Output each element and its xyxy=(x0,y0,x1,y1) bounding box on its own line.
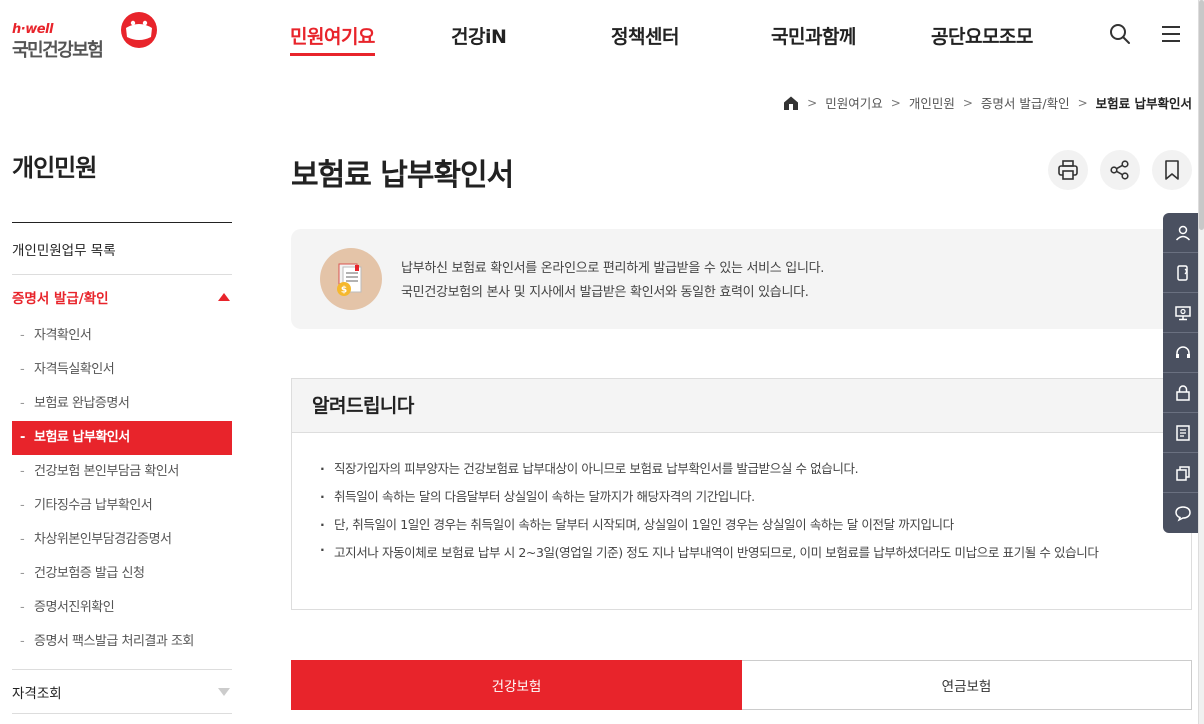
gnb-item-about[interactable]: 공단요모조모 xyxy=(931,22,1033,49)
document-icon xyxy=(1176,424,1190,441)
notice-header: 알려드립니다 xyxy=(292,379,1191,433)
notice-item: 고지서나 자동이체로 보험료 납부 시 2~3일(영업일 기준) 정도 지나 납… xyxy=(320,539,1161,564)
headset-icon xyxy=(1176,345,1190,358)
caret-down-icon xyxy=(218,687,230,696)
print-button[interactable] xyxy=(1048,150,1088,190)
lnb-sub-item[interactable]: - 보험료 완납증명서 xyxy=(12,387,232,421)
gnb-item-minwon[interactable]: 민원여기요 xyxy=(290,22,375,56)
lnb-sub-item[interactable]: - 자격확인서 xyxy=(12,319,232,353)
lnb-sub-item[interactable]: - 기타징수금 납부확인서 xyxy=(12,489,232,523)
quick-monitor-button[interactable] xyxy=(1163,293,1203,333)
notice-title: 알려드립니다 xyxy=(312,395,414,417)
intro-line: 국민건강보험의 본사 및 지사에서 발급받은 확인서와 동일한 효력이 있습니다… xyxy=(401,285,809,300)
user-icon xyxy=(1175,225,1191,241)
breadcrumb-item[interactable]: 증명서 발급/확인 xyxy=(981,93,1070,112)
page-title: 보험료 납부확인서 xyxy=(291,158,514,193)
logo-name: 국민건강보험 xyxy=(12,40,104,61)
quick-copy-button[interactable] xyxy=(1163,453,1203,493)
insurance-tabs: 건강보험 연금보험 xyxy=(291,660,1192,710)
notice-item: 취득일이 속하는 달의 다음달부터 상실일이 속하는 달까지가 해당자격의 기간… xyxy=(320,483,1161,511)
tab-pension-insurance[interactable]: 연금보험 xyxy=(742,661,1191,709)
breadcrumb: > 민원여기요 > 개인민원 > 증명서 발급/확인 > 보험료 납부확인서 xyxy=(783,93,1192,112)
lnb-sub-item[interactable]: - 건강보험 본인부담금 확인서 xyxy=(12,455,232,489)
notice-panel: 알려드립니다 직장가입자의 피부양자는 건강보험료 납부대상이 아니므로 보험료… xyxy=(291,378,1192,610)
vertical-scrollbar[interactable] xyxy=(1199,0,1204,724)
logo-tagline: h·well xyxy=(12,22,53,37)
breadcrumb-current: 보험료 납부확인서 xyxy=(1095,96,1192,111)
lnb-category-certificates[interactable]: 증명서 발급/확인 xyxy=(12,275,232,319)
search-icon[interactable] xyxy=(1108,22,1132,46)
share-icon xyxy=(1110,160,1129,180)
lnb-category-label: 증명서 발급/확인 xyxy=(12,291,109,307)
quick-phone-button[interactable] xyxy=(1163,253,1203,293)
intro-line: 납부하신 보험료 확인서를 온라인으로 편리하게 발급받을 수 있는 서비스 입… xyxy=(401,261,825,276)
notice-item: 직장가입자의 피부양자는 건강보험료 납부대상이 아니므로 보험료 납부확인서를… xyxy=(320,455,1161,483)
lnb-sub-item[interactable]: - 건강보험증 발급 신청 xyxy=(12,557,232,591)
copy-icon xyxy=(1176,465,1190,481)
lnb-category-label: 자격조회 xyxy=(12,685,62,702)
lnb-category-eligibility[interactable]: 자격조회 xyxy=(12,670,232,714)
chat-icon xyxy=(1175,506,1191,522)
logo[interactable]: h·well 국민건강보험 xyxy=(12,10,162,61)
lnb-item-label: 개인민원업무 목록 xyxy=(12,242,116,259)
breadcrumb-separator: > xyxy=(1077,95,1088,110)
quick-menu xyxy=(1163,213,1203,533)
certificate-icon: $ xyxy=(320,248,382,310)
monitor-icon xyxy=(1175,305,1191,320)
tab-health-insurance[interactable]: 건강보험 xyxy=(291,660,742,710)
lnb-sub-list: - 자격확인서 - 자격득실확인서 - 보험료 완납증명서 - 보험료 납부확인서 -건… xyxy=(12,319,232,670)
notice-item: 단, 취득일이 1일인 경우는 취득일이 속하는 달부터 시작되며, 상실일이 … xyxy=(320,511,1161,539)
breadcrumb-item[interactable]: 개인민원 xyxy=(909,93,955,112)
side-navigation: 개인민원업무 목록 증명서 발급/확인 - 자격확인서 - 자격득실확인서 - 보험료… xyxy=(12,223,232,714)
bookmark-icon xyxy=(1165,160,1179,180)
caret-up-icon xyxy=(218,293,230,301)
lock-icon xyxy=(1176,384,1190,401)
scrollbar-thumb[interactable] xyxy=(1199,0,1204,230)
quick-document-button[interactable] xyxy=(1163,413,1203,453)
quick-support-button[interactable] xyxy=(1163,333,1203,373)
phone-icon xyxy=(1177,264,1188,281)
gnb-item-with-people[interactable]: 국민과함께 xyxy=(771,22,856,49)
share-button[interactable] xyxy=(1100,150,1140,190)
lnb-sub-item[interactable]: - 자격득실확인서 xyxy=(12,353,232,387)
lnb-sub-item[interactable]: - 증명서진위확인 xyxy=(12,591,232,625)
lnb-item-task-list[interactable]: 개인민원업무 목록 xyxy=(12,223,232,275)
svg-text:$: $ xyxy=(341,286,347,296)
breadcrumb-separator: > xyxy=(962,95,973,110)
breadcrumb-separator: > xyxy=(890,95,901,110)
gnb-item-policy-center[interactable]: 정책센터 xyxy=(611,22,679,49)
lnb-sub-item-active[interactable]: - 보험료 납부확인서 xyxy=(12,421,232,455)
breadcrumb-separator: > xyxy=(807,95,818,110)
menu-icon[interactable] xyxy=(1159,22,1183,46)
home-icon[interactable] xyxy=(783,95,799,111)
lnb-sub-item[interactable]: - 증명서 팩스발급 처리결과 조회 xyxy=(12,625,232,659)
quick-chat-button[interactable] xyxy=(1163,493,1203,533)
lnb-sub-item[interactable]: - 차상위본인부담경감증명서 xyxy=(12,523,232,557)
intro-text: 납부하신 보험료 확인서를 온라인으로 편리하게 발급받을 수 있는 서비스 입… xyxy=(401,257,824,305)
quick-lock-button[interactable] xyxy=(1163,373,1203,413)
service-intro-box: $ 납부하신 보험료 확인서를 온라인으로 편리하게 발급받을 수 있는 서비스… xyxy=(291,229,1192,329)
logo-mark-icon xyxy=(121,12,157,48)
notice-list: 직장가입자의 피부양자는 건강보험료 납부대상이 아니므로 보험료 납부확인서를… xyxy=(292,433,1191,564)
gnb-item-health-in[interactable]: 건강iN xyxy=(451,22,507,49)
lnb-title: 개인민원 xyxy=(12,154,97,182)
quick-user-button[interactable] xyxy=(1163,213,1203,253)
print-icon xyxy=(1058,160,1078,180)
bookmark-button[interactable] xyxy=(1152,150,1192,190)
breadcrumb-item[interactable]: 민원여기요 xyxy=(825,93,883,112)
